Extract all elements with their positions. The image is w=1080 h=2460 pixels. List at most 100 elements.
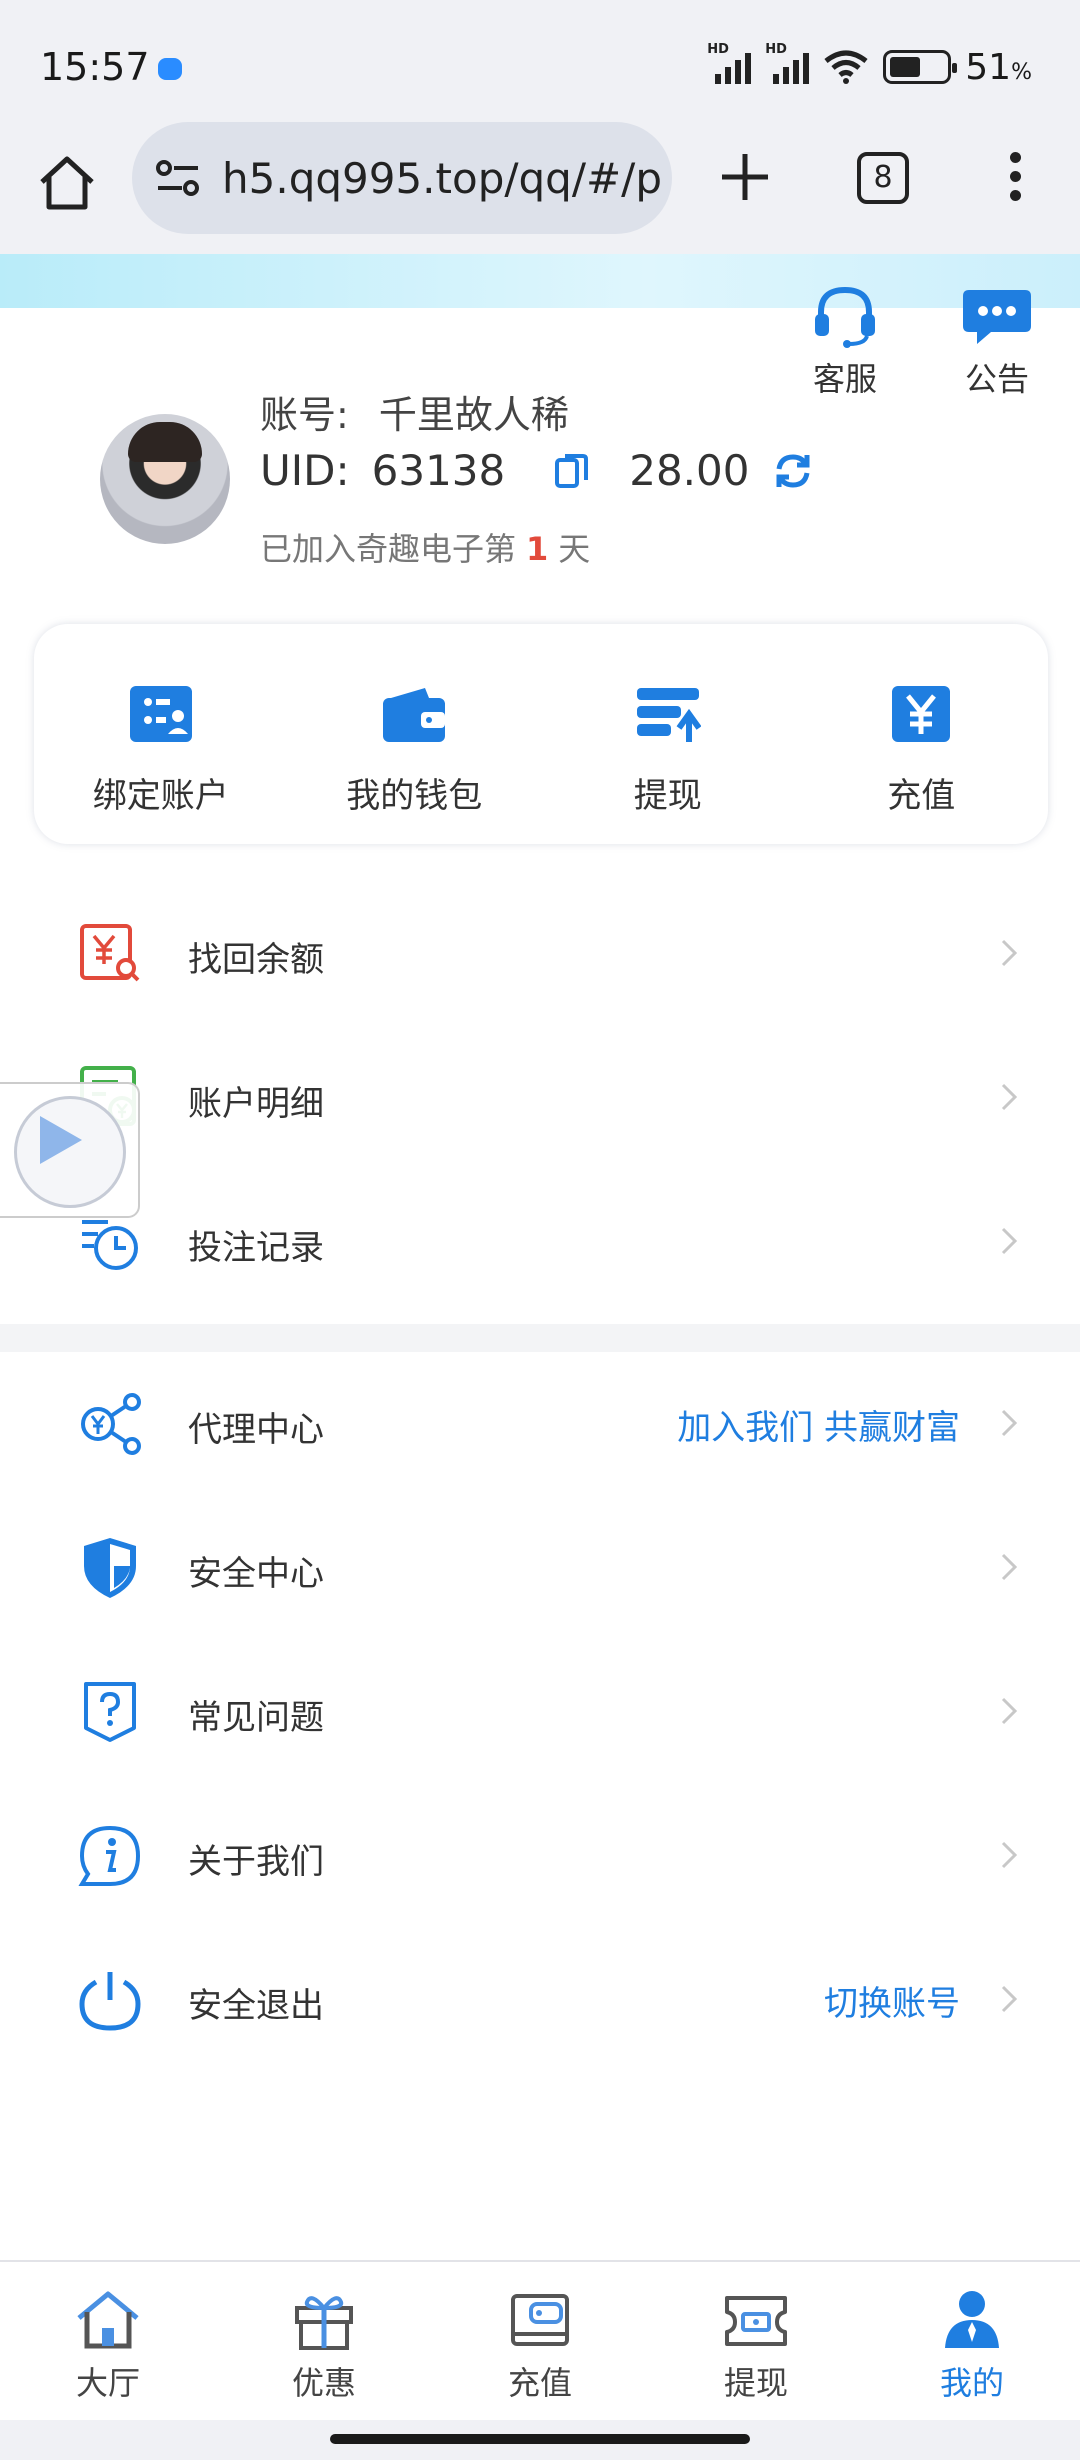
joined-days: 1	[526, 530, 549, 568]
wallet-icon	[383, 688, 446, 742]
tab-label-withdraw: 提现	[723, 2364, 788, 2402]
withdraw-label: 提现	[633, 776, 702, 816]
withdraw-button[interactable]: 提现	[541, 624, 795, 844]
status-time: 15:57	[40, 45, 150, 89]
refresh-icon[interactable]	[771, 449, 815, 493]
uid-label: UID:	[260, 446, 350, 495]
menu-label-account-detail: 账户明细	[188, 1084, 324, 1124]
recharge-button[interactable]: 充值	[795, 624, 1049, 844]
wallet-button[interactable]: 我的钱包	[288, 624, 542, 844]
account-line: 账号: 千里故人稀	[260, 384, 569, 439]
address-bar[interactable]: h5.qq995.top/qq/#/pa	[132, 122, 672, 234]
notice-button[interactable]: 公告	[942, 284, 1052, 400]
chevron-right-icon	[1001, 1985, 1018, 2013]
bottom-tab-bar: 大厅 优惠 充值 提现 我的	[0, 2260, 1080, 2420]
tab-switcher-button[interactable]: 8	[857, 152, 909, 204]
menu-label-logout: 安全退出	[188, 1986, 324, 2026]
gesture-bar	[0, 2420, 1080, 2460]
profile-page: 客服 公告 账号: 千里故人稀 UID: 63138 28.00 已加入奇趣电子第…	[0, 254, 1080, 2260]
bind-account-button[interactable]: 绑定账户	[34, 624, 288, 844]
menu-item-account-detail[interactable]: 账户明细	[0, 1026, 1080, 1170]
joined-line: 已加入奇趣电子第 1 天	[260, 524, 590, 570]
menu-label-security-center: 安全中心	[188, 1554, 324, 1594]
joined-prefix: 已加入奇趣电子第	[260, 530, 517, 568]
wallet-label: 我的钱包	[346, 776, 483, 816]
gift-icon	[295, 2296, 353, 2350]
yuan-search-icon	[80, 924, 140, 982]
battery-icon	[883, 50, 958, 84]
shield-icon	[84, 1538, 136, 1598]
home-icon	[77, 2291, 139, 2349]
user-icon	[945, 2291, 999, 2348]
menu-item-faq[interactable]: 常见问题	[0, 1640, 1080, 1784]
floating-play-button[interactable]	[0, 1082, 140, 1218]
copy-icon[interactable]	[555, 452, 589, 490]
id-card-icon	[129, 686, 192, 742]
menu-label-about-us: 关于我们	[188, 1842, 324, 1882]
home-indicator[interactable]	[330, 2434, 750, 2444]
section-divider	[0, 1324, 1080, 1352]
yuan-icon	[892, 686, 951, 742]
chevron-right-icon	[1001, 1553, 1018, 1581]
url-text[interactable]: h5.qq995.top/qq/#/pa	[222, 154, 662, 203]
menu-item-recover-balance[interactable]: 找回余额	[0, 882, 1080, 1026]
menu-group-settings: 代理中心 加入我们 共赢财富 安全中心 常见问题 关于我们 安全退出 切换账号	[0, 1352, 1080, 2072]
cash-icon	[725, 2296, 787, 2346]
signal-icon: HD	[707, 42, 752, 84]
chevron-right-icon	[1001, 1227, 1018, 1255]
menu-label-agent-center: 代理中心	[188, 1410, 324, 1450]
browser-menu-icon[interactable]	[1000, 152, 1030, 208]
new-tab-icon[interactable]	[716, 148, 774, 206]
status-bar: 15:57 HD HD 51%	[0, 0, 1080, 130]
customer-service-button[interactable]: 客服	[790, 284, 900, 400]
info-icon	[78, 1825, 141, 1886]
tab-recharge[interactable]: 充值	[432, 2262, 648, 2420]
balance-value: 28.00	[629, 446, 750, 495]
play-icon	[40, 1116, 82, 1164]
chevron-right-icon	[1001, 1083, 1018, 1111]
menu-item-agent-center[interactable]: 代理中心 加入我们 共赢财富	[0, 1352, 1080, 1496]
avatar[interactable]	[100, 414, 230, 544]
question-icon	[84, 1682, 136, 1742]
chat-bubble-icon	[963, 290, 1031, 344]
wifi-icon	[824, 50, 868, 84]
browser-toolbar: h5.qq995.top/qq/#/pa 8	[0, 118, 1080, 254]
menu-item-about-us[interactable]: 关于我们	[0, 1784, 1080, 1928]
bind-account-label: 绑定账户	[92, 776, 229, 816]
menu-label-faq: 常见问题	[188, 1698, 324, 1738]
chevron-right-icon	[1001, 939, 1018, 967]
signal-icon-2: HD	[765, 42, 810, 84]
menu-label-recover-balance: 找回余额	[188, 940, 324, 980]
menu-item-security-center[interactable]: 安全中心	[0, 1496, 1080, 1640]
quick-actions: 绑定账户 我的钱包 提现 充值	[34, 624, 1048, 844]
account-name: 千里故人稀	[378, 393, 569, 437]
app-notification-icon	[158, 58, 182, 80]
uid-value: 63138	[371, 446, 506, 495]
tab-mine[interactable]: 我的	[864, 2262, 1080, 2420]
menu-item-bet-history[interactable]: 投注记录	[0, 1170, 1080, 1314]
switch-account-link[interactable]: 切换账号	[824, 1976, 960, 2025]
browser-home-icon[interactable]	[36, 152, 98, 214]
site-settings-icon[interactable]	[156, 158, 200, 198]
menu-group-finance: 找回余额 账户明细 投注记录	[0, 882, 1080, 1314]
tab-withdraw[interactable]: 提现	[648, 2262, 864, 2420]
bet-history-icon	[82, 1220, 138, 1270]
tab-label-recharge: 充值	[507, 2364, 572, 2402]
status-icons: HD HD 51%	[707, 42, 1032, 90]
chevron-right-icon	[1001, 1409, 1018, 1437]
tab-promotions[interactable]: 优惠	[216, 2262, 432, 2420]
share-icon	[81, 1393, 141, 1455]
headset-icon	[815, 286, 875, 348]
menu-item-logout[interactable]: 安全退出 切换账号	[0, 1928, 1080, 2072]
withdraw-icon	[636, 688, 701, 742]
account-label: 账号:	[260, 393, 349, 437]
uid-line: UID: 63138 28.00	[260, 446, 815, 495]
tab-lobby[interactable]: 大厅	[0, 2262, 216, 2420]
header-band	[0, 254, 1080, 308]
agent-center-promo: 加入我们 共赢财富	[677, 1408, 960, 1448]
wallet-card-icon	[511, 2294, 569, 2346]
chevron-right-icon	[1001, 1697, 1018, 1725]
network-label: HD	[707, 42, 729, 57]
tab-label-promotions: 优惠	[291, 2364, 356, 2402]
joined-suffix: 天	[558, 530, 591, 568]
